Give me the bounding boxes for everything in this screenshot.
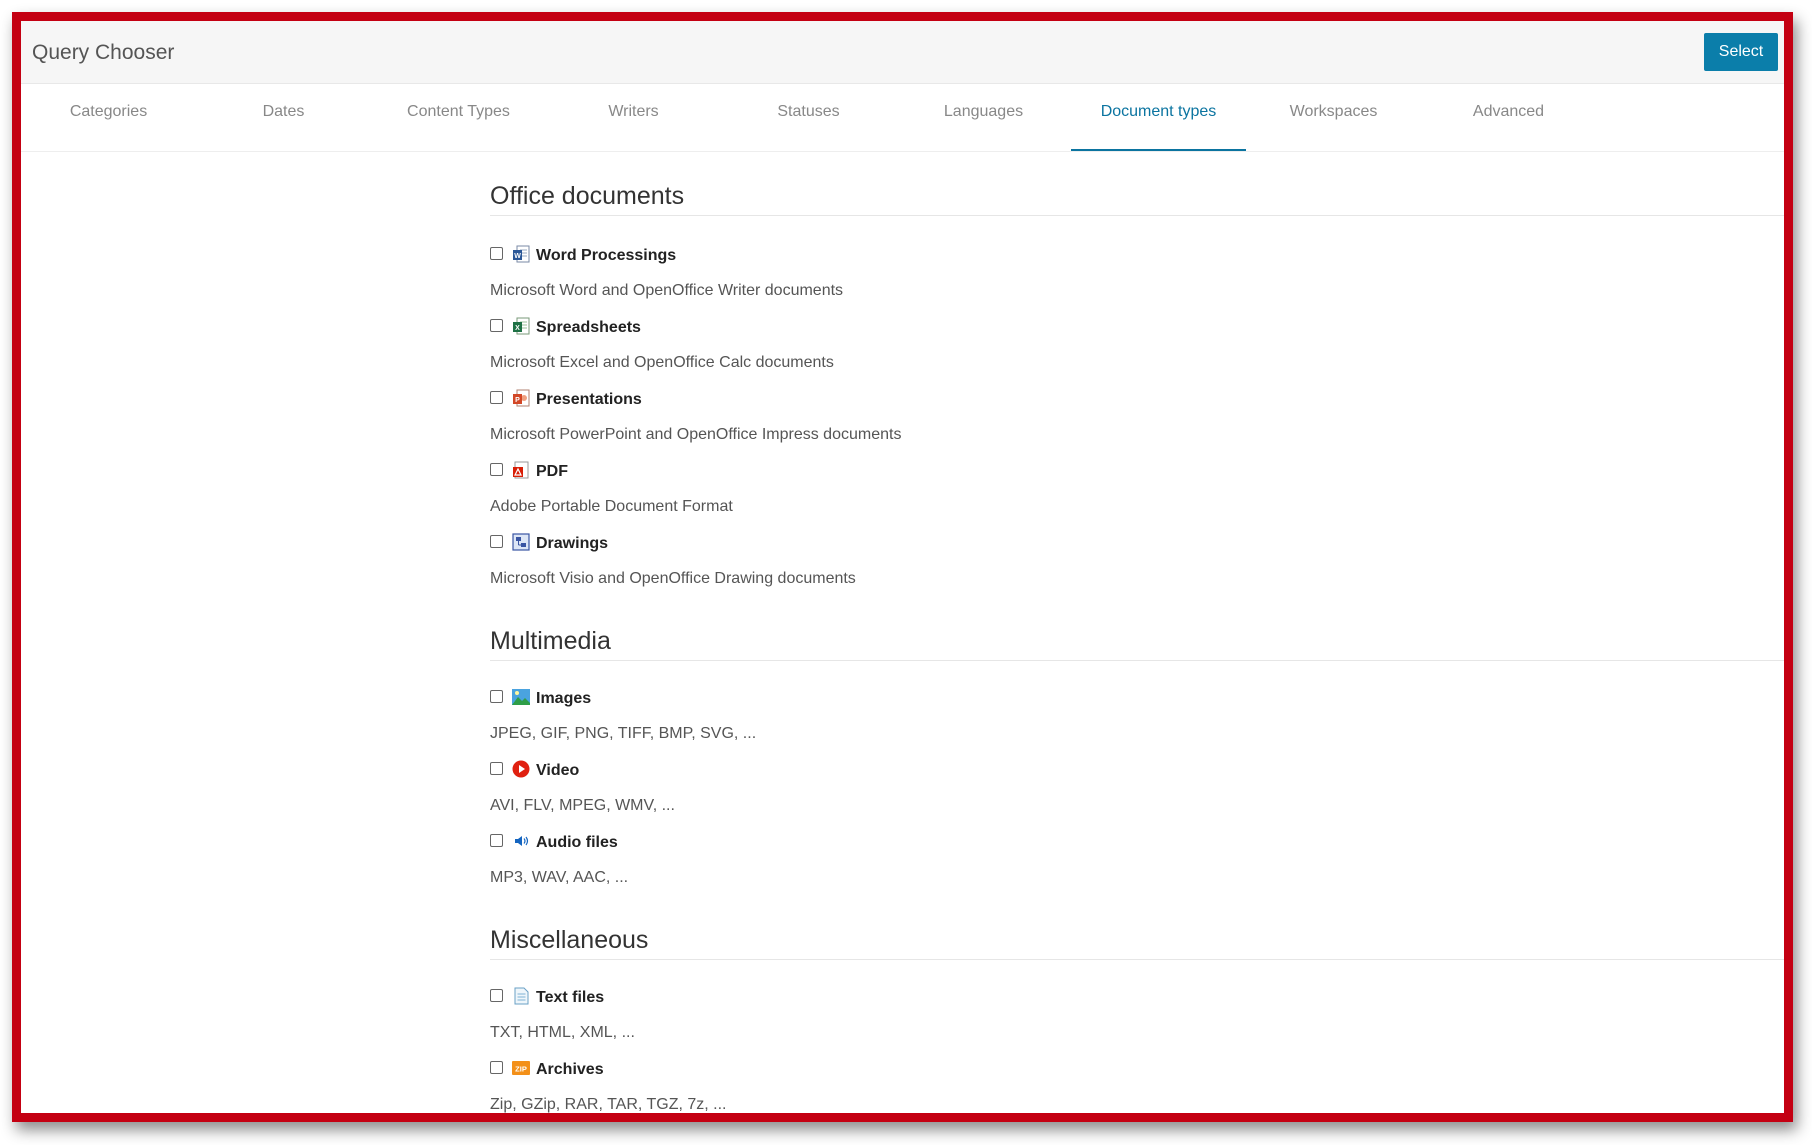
doc-type-word-processings: W Word Processings Microsoft Word and Op… bbox=[490, 241, 1390, 313]
text-file-icon bbox=[514, 987, 529, 1005]
tab-languages[interactable]: Languages bbox=[896, 84, 1071, 151]
svg-text:ZIP: ZIP bbox=[515, 1065, 527, 1074]
tab-workspaces[interactable]: Workspaces bbox=[1246, 84, 1421, 151]
visio-icon bbox=[512, 533, 530, 551]
tab-dates[interactable]: Dates bbox=[196, 84, 371, 151]
section-title: Miscellaneous bbox=[490, 926, 649, 954]
item-label: Presentations bbox=[536, 391, 642, 408]
audio-files-checkbox[interactable] bbox=[490, 834, 503, 847]
svg-text:P: P bbox=[515, 397, 520, 404]
doc-type-presentations: P Presentations Microsoft PowerPoint and… bbox=[490, 385, 1390, 457]
item-description: AVI, FLV, MPEG, WMV, ... bbox=[490, 797, 675, 814]
select-button[interactable]: Select bbox=[1704, 33, 1778, 71]
item-label: Word Processings bbox=[536, 247, 677, 264]
item-label: Images bbox=[536, 690, 592, 707]
item-label: PDF bbox=[536, 463, 568, 480]
doc-type-audio-files: Audio files MP3, WAV, AAC, ... bbox=[490, 828, 1390, 900]
tab-document-types[interactable]: Document types bbox=[1071, 84, 1246, 151]
svg-text:X: X bbox=[515, 325, 520, 332]
tab-bar: Categories Dates Content Types Writers S… bbox=[21, 84, 1784, 152]
pdf-icon bbox=[513, 461, 529, 479]
excel-icon: X bbox=[513, 317, 530, 335]
doc-type-images: Images JPEG, GIF, PNG, TIFF, BMP, SVG, .… bbox=[490, 684, 1390, 756]
text-files-checkbox[interactable] bbox=[490, 989, 503, 1002]
item-description: Adobe Portable Document Format bbox=[490, 498, 733, 515]
video-checkbox[interactable] bbox=[490, 762, 503, 775]
image-icon bbox=[512, 689, 530, 705]
word-processings-checkbox[interactable] bbox=[490, 247, 503, 260]
drawings-checkbox[interactable] bbox=[490, 535, 503, 548]
item-description: TXT, HTML, XML, ... bbox=[490, 1024, 635, 1041]
images-checkbox[interactable] bbox=[490, 690, 503, 703]
pdf-checkbox[interactable] bbox=[490, 463, 503, 476]
query-chooser-dialog: Query Chooser Select Categories Dates Co… bbox=[12, 12, 1793, 1122]
item-description: Microsoft Word and OpenOffice Writer doc… bbox=[490, 282, 844, 299]
item-description: Microsoft PowerPoint and OpenOffice Impr… bbox=[490, 426, 902, 443]
doc-type-video: Video AVI, FLV, MPEG, WMV, ... bbox=[490, 756, 1390, 828]
doc-type-spreadsheets: X Spreadsheets Microsoft Excel and OpenO… bbox=[490, 313, 1390, 385]
presentations-checkbox[interactable] bbox=[490, 391, 503, 404]
item-description: Microsoft Excel and OpenOffice Calc docu… bbox=[490, 354, 834, 371]
dialog-header: Query Chooser Select bbox=[21, 21, 1784, 84]
powerpoint-icon: P bbox=[513, 389, 530, 407]
item-label: Video bbox=[536, 762, 580, 779]
doc-type-archives: ZIP Archives Zip, GZip, RAR, TAR, TGZ, 7… bbox=[490, 1055, 1390, 1113]
section-multimedia: Multimedia bbox=[490, 614, 1784, 661]
svg-text:W: W bbox=[514, 253, 521, 260]
item-label: Drawings bbox=[536, 535, 609, 552]
tab-content-types[interactable]: Content Types bbox=[371, 84, 546, 151]
dialog-title: Query Chooser bbox=[32, 41, 175, 64]
tab-statuses[interactable]: Statuses bbox=[721, 84, 896, 151]
spreadsheets-checkbox[interactable] bbox=[490, 319, 503, 332]
tab-writers[interactable]: Writers bbox=[546, 84, 721, 151]
doc-type-pdf: PDF Adobe Portable Document Format bbox=[490, 457, 1390, 529]
item-description: MP3, WAV, AAC, ... bbox=[490, 869, 629, 886]
item-description: Zip, GZip, RAR, TAR, TGZ, 7z, ... bbox=[490, 1096, 727, 1113]
section-title: Office documents bbox=[490, 182, 685, 210]
word-icon: W bbox=[513, 245, 530, 263]
doc-type-drawings: Drawings Microsoft Visio and OpenOffice … bbox=[490, 529, 1390, 601]
document-types-panel: Office documents W Word Processings Micr… bbox=[490, 152, 1784, 1113]
item-label: Spreadsheets bbox=[536, 319, 641, 336]
item-description: Microsoft Visio and OpenOffice Drawing d… bbox=[490, 570, 856, 587]
archives-checkbox[interactable] bbox=[490, 1061, 503, 1074]
tab-advanced[interactable]: Advanced bbox=[1421, 84, 1596, 151]
item-description: JPEG, GIF, PNG, TIFF, BMP, SVG, ... bbox=[490, 725, 757, 742]
zip-icon: ZIP bbox=[512, 1061, 530, 1075]
tab-categories[interactable]: Categories bbox=[21, 84, 196, 151]
video-icon bbox=[512, 760, 530, 778]
item-label: Archives bbox=[536, 1061, 604, 1078]
section-miscellaneous: Miscellaneous bbox=[490, 913, 1784, 960]
section-title: Multimedia bbox=[490, 627, 611, 655]
doc-type-text-files: Text files TXT, HTML, XML, ... bbox=[490, 983, 1390, 1055]
item-label: Text files bbox=[536, 989, 605, 1006]
section-office-documents: Office documents bbox=[490, 169, 1784, 216]
audio-icon bbox=[515, 836, 529, 846]
item-label: Audio files bbox=[536, 834, 618, 851]
